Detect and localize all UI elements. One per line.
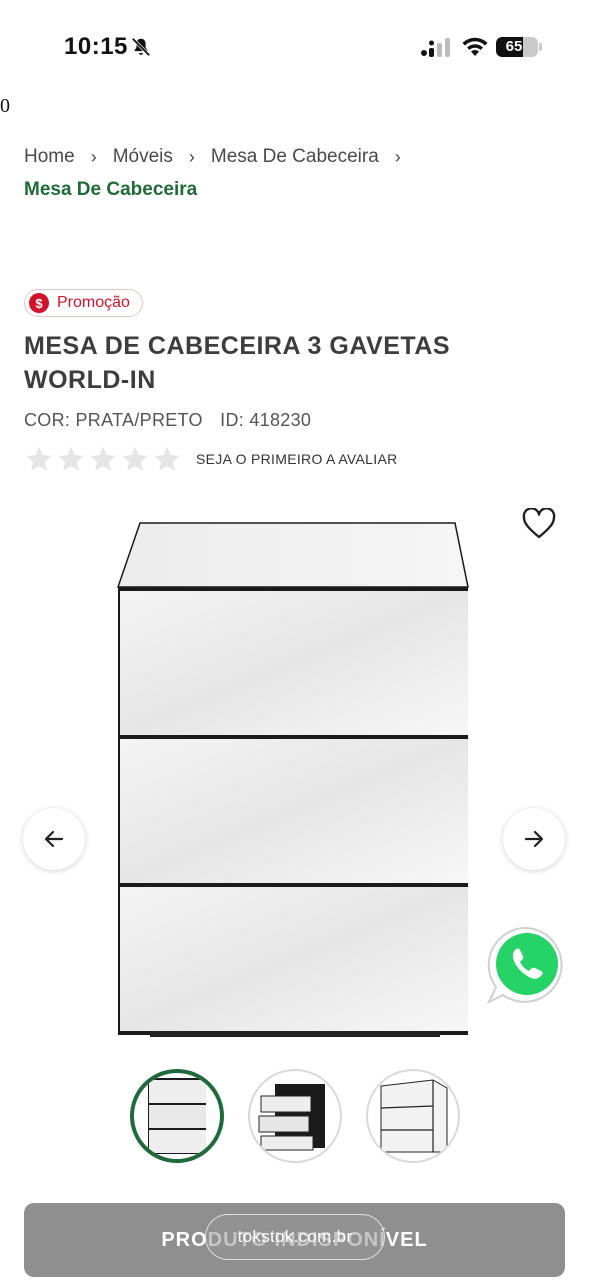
breadcrumb-current: Mesa De Cabeceira [24, 179, 198, 200]
arrow-left-icon [44, 830, 64, 848]
heart-icon[interactable] [522, 508, 556, 540]
chevron-right-icon: › [394, 146, 401, 167]
promo-badge: $ Promoção [24, 289, 143, 317]
chevron-right-icon: › [188, 146, 195, 167]
rating[interactable]: SEJA O PRIMEIRO A AVALIAR [24, 444, 398, 474]
star-icon[interactable] [120, 444, 150, 474]
thumbnail-image [258, 1084, 325, 1151]
star-icon[interactable] [56, 444, 86, 474]
star-icon[interactable] [88, 444, 118, 474]
thumbnail-image [148, 1078, 206, 1154]
battery-percentage: 65 [505, 38, 523, 55]
product-id: ID: 418230 [220, 410, 312, 430]
arrow-right-icon [524, 830, 544, 848]
breadcrumb: Home › Móveis › Mesa De Cabeceira › Mesa… [24, 145, 564, 201]
browser-url: tokstok.com.br [237, 1227, 353, 1246]
status-time: 10:15 [64, 33, 128, 60]
dollar-icon: $ [29, 293, 49, 313]
promo-label: Promoção [57, 294, 130, 311]
product-image [116, 522, 469, 1037]
star-icon[interactable] [24, 444, 54, 474]
breadcrumb-moveis[interactable]: Móveis [113, 146, 173, 168]
thumbnail-3[interactable] [366, 1069, 460, 1163]
breadcrumb-mesa-de-cabeceira[interactable]: Mesa De Cabeceira [211, 146, 379, 168]
breadcrumb-home[interactable]: Home [24, 146, 75, 168]
product-title: MESA DE CABECEIRA 3 GAVETAS WORLD-IN [24, 332, 451, 394]
thumbnail-1[interactable] [130, 1069, 224, 1163]
product-meta: COR: PRATA/PRETO ID: 418230 [24, 410, 311, 431]
previous-image-button[interactable] [23, 808, 85, 870]
star-icon[interactable] [152, 444, 182, 474]
stray-character: 0 [0, 95, 10, 117]
next-image-button[interactable] [503, 808, 565, 870]
battery-indicator: 65 [496, 37, 538, 57]
thumbnail-2[interactable] [248, 1069, 342, 1163]
status-bar: 10:15 65 [0, 0, 589, 90]
bell-muted-icon [131, 37, 151, 57]
chevron-right-icon: › [90, 146, 97, 167]
battery-nub [539, 43, 542, 51]
cellular-signal-icon [421, 38, 450, 57]
product-color: COR: PRATA/PRETO [24, 410, 203, 430]
thumbnail-image [380, 1079, 448, 1153]
wifi-icon [462, 37, 488, 56]
browser-url-pill[interactable]: tokstok.com.br [205, 1214, 385, 1260]
whatsapp-icon[interactable] [486, 924, 568, 1006]
rating-stars[interactable] [24, 444, 182, 474]
thumbnail-strip [130, 1069, 460, 1163]
rating-prompt[interactable]: SEJA O PRIMEIRO A AVALIAR [196, 451, 398, 467]
